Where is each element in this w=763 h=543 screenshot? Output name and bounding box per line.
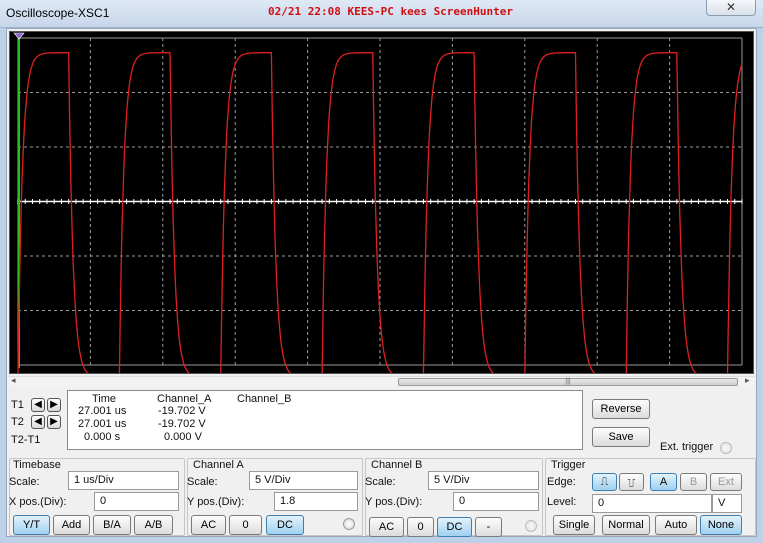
t1-right-arrow-button[interactable]: ▶ (47, 398, 61, 412)
scrollbar-thumb[interactable]: ||| (398, 378, 738, 386)
waveform-display (13, 32, 743, 373)
close-button[interactable]: ✕ (706, 0, 756, 16)
channel-a-terminal[interactable] (343, 518, 355, 530)
t1-label: T1 (11, 399, 24, 411)
t1-left-arrow-button[interactable]: ◀ (31, 398, 45, 412)
channel-b-ypos-field[interactable]: 0 (453, 492, 539, 511)
add-mode-button[interactable]: Add (53, 515, 90, 535)
header-channel-b: Channel_B (237, 393, 292, 405)
arrow-right-icon: ▶ (50, 399, 58, 410)
ext-trigger-terminal[interactable] (720, 442, 732, 454)
channel-a-scale-field[interactable]: 5 V/Div (249, 471, 358, 490)
timebase-title: Timebase (13, 459, 61, 471)
channel-b-dc-button[interactable]: DC (437, 517, 472, 537)
t2-right-arrow-button[interactable]: ▶ (47, 415, 61, 429)
trigger-level-label: Level: (547, 496, 577, 508)
screenshot-overlay-text: 02/21 22:08 KEES-PC kees ScreenHunter (268, 5, 514, 18)
arrow-left-icon: ◀ (34, 399, 42, 410)
channel-b-title: Channel B (371, 459, 423, 471)
scroll-right-icon[interactable]: ▸ (745, 375, 750, 386)
t2-t1-channel-a-value: 0.000 V (164, 431, 202, 443)
trigger-title: Trigger (551, 459, 586, 471)
arrow-left-icon: ◀ (34, 416, 42, 427)
trigger-source-ext-button[interactable]: Ext (710, 473, 742, 491)
scroll-left-icon[interactable]: ◂ (11, 375, 16, 386)
channel-a-title: Channel A (193, 459, 244, 471)
trigger-edge-label: Edge: (547, 476, 576, 488)
falling-edge-icon: ⎍ (627, 476, 636, 488)
channel-a-ypos-field[interactable]: 1.8 (274, 492, 358, 511)
oscilloscope-panel: ◂ ||| ▸ T1 ◀ ▶ T2 ◀ ▶ T2-T1 Time Channel… (6, 28, 757, 537)
window-titlebar: Oscilloscope-XSC1 02/21 22:08 KEES-PC ke… (0, 0, 763, 28)
trigger-source-a-button[interactable]: A (650, 473, 677, 491)
ab-mode-button[interactable]: A/B (134, 515, 173, 535)
channel-a-ypos-label: Y pos.(Div): (187, 496, 245, 508)
header-time: Time (92, 393, 117, 405)
trigger-level-field[interactable]: 0 (592, 494, 712, 513)
rising-edge-icon: ⎍ (600, 476, 609, 488)
timebase-xpos-field[interactable]: 0 (94, 492, 179, 511)
channel-a-dc-button[interactable]: DC (266, 515, 304, 535)
t2-channel-a-value: -19.702 V (158, 418, 206, 430)
save-button[interactable]: Save (592, 427, 650, 447)
t2-label: T2 (11, 416, 24, 428)
window-title: Oscilloscope-XSC1 (6, 6, 110, 20)
rising-edge-button[interactable]: ⎍ (592, 473, 617, 491)
falling-edge-button[interactable]: ⎍ (619, 473, 644, 491)
arrow-right-icon: ▶ (50, 416, 58, 427)
timebase-xpos-label: X pos.(Div): (9, 496, 67, 508)
cursor-readout-table: Time Channel_A Channel_B 27.001 us -19.7… (67, 390, 583, 450)
timebase-scale-label: Scale: (9, 476, 40, 488)
channel-a-scale-label: Scale: (187, 476, 218, 488)
channel-b-ypos-label: Y pos.(Div): (365, 496, 423, 508)
trigger-single-button[interactable]: Single (553, 515, 595, 535)
trigger-normal-button[interactable]: Normal (602, 515, 650, 535)
ext-trigger-label: Ext. trigger (660, 441, 714, 453)
yt-mode-button[interactable]: Y/T (13, 515, 50, 535)
channel-b-ac-button[interactable]: AC (369, 517, 404, 537)
horizontal-scrollbar[interactable]: ◂ ||| ▸ (9, 375, 754, 386)
trigger-none-button[interactable]: None (700, 515, 742, 535)
oscilloscope-screen (9, 31, 754, 374)
t2-t1-label: T2-T1 (11, 434, 41, 446)
t1-time-value: 27.001 us (78, 405, 127, 417)
channel-b-terminal[interactable] (525, 520, 537, 532)
trigger-source-b-button[interactable]: B (680, 473, 707, 491)
t1-channel-a-value: -19.702 V (158, 405, 206, 417)
channel-b-scale-field[interactable]: 5 V/Div (428, 471, 539, 490)
channel-b-scale-label: Scale: (365, 476, 396, 488)
timebase-scale-field[interactable]: 1 us/Div (68, 471, 179, 490)
t2-t1-time-value: 0.000 s (84, 431, 121, 443)
channel-a-ac-button[interactable]: AC (191, 515, 226, 535)
channel-b-minus-button[interactable]: - (475, 517, 502, 537)
t2-left-arrow-button[interactable]: ◀ (31, 415, 45, 429)
reverse-button[interactable]: Reverse (592, 399, 650, 419)
ba-mode-button[interactable]: B/A (93, 515, 131, 535)
trigger-auto-button[interactable]: Auto (655, 515, 697, 535)
channel-a-zero-button[interactable]: 0 (229, 515, 262, 535)
t2-time-value: 27.001 us (78, 418, 127, 430)
channel-b-zero-button[interactable]: 0 (407, 517, 434, 537)
header-channel-a: Channel_A (157, 393, 212, 405)
trigger-level-unit[interactable]: V (712, 494, 742, 513)
cursor-controls: T1 ◀ ▶ T2 ◀ ▶ T2-T1 (11, 393, 67, 449)
